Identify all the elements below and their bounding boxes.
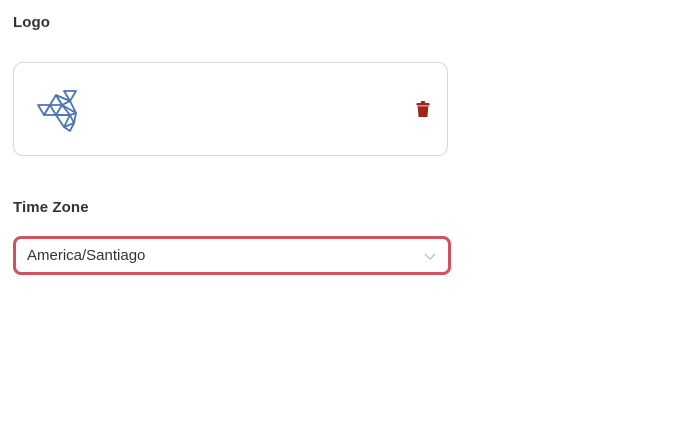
timezone-label: Time Zone	[13, 199, 89, 216]
logo-image	[36, 89, 80, 133]
chevron-down-icon	[424, 249, 436, 261]
triangle-grid-logo-icon	[37, 90, 77, 132]
trash-icon	[416, 100, 430, 117]
timezone-selected-value: America/Santiago	[27, 247, 146, 264]
logo-upload-box[interactable]	[13, 62, 448, 156]
delete-logo-button[interactable]	[413, 99, 433, 119]
timezone-select[interactable]: America/Santiago	[13, 236, 451, 275]
logo-label: Logo	[13, 14, 51, 31]
